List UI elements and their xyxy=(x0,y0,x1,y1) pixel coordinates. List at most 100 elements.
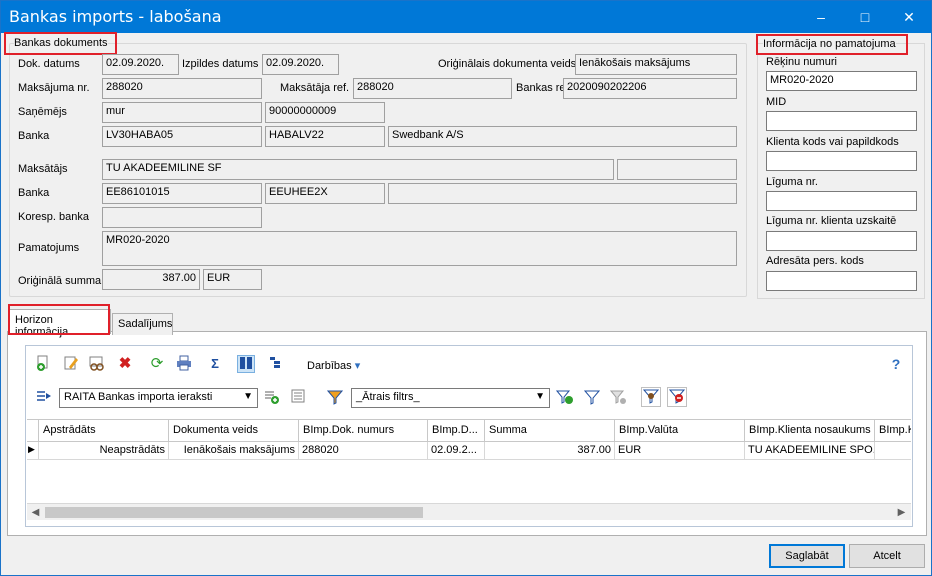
recipient-field[interactable]: mur xyxy=(102,102,262,123)
clear-filter-icon[interactable] xyxy=(667,387,687,407)
purpose-info-title: Informācija no pamatojuma xyxy=(763,38,896,50)
save-button[interactable]: Saglabāt xyxy=(769,544,845,568)
chevron-down-icon: ▼ xyxy=(535,391,545,402)
quick-filter-value: _Ātrais filtrs_ xyxy=(356,391,420,403)
print-icon[interactable] xyxy=(175,355,193,373)
query-select[interactable]: RAITA Bankas importa ieraksti ▼ xyxy=(59,388,258,408)
payer-field[interactable]: TU AKADEEMILINE SF xyxy=(102,159,614,180)
bank-label: Banka xyxy=(18,130,50,142)
client-code-input[interactable] xyxy=(766,151,917,171)
recipient-personal-code-label: Adresāta pers. kods xyxy=(766,255,864,267)
scroll-left-icon[interactable]: ◀ xyxy=(27,504,44,521)
sum-icon[interactable]: Σ xyxy=(206,355,224,373)
invoice-nr-label: Rēķinu numuri xyxy=(766,56,837,68)
client-contract-input[interactable] xyxy=(766,231,917,251)
highlight-box xyxy=(8,304,110,335)
mid-label: MID xyxy=(766,96,787,108)
payer-ref-label: Maksātāja ref. xyxy=(280,82,350,94)
table-cell[interactable]: Neapstrādāts xyxy=(39,442,169,460)
table-cell[interactable]: 387.00 xyxy=(485,442,615,460)
orig-sum-label: Oriģinālā summa xyxy=(18,275,102,287)
corr-bank-field[interactable] xyxy=(102,207,262,228)
filter-icon[interactable] xyxy=(326,389,344,407)
title-bar: Bankas imports - labošana – □ ✕ xyxy=(1,1,931,33)
bank-name-field[interactable]: Swedbank A/S xyxy=(388,126,737,147)
column-header[interactable]: Dokumenta veids xyxy=(169,420,299,442)
close-icon[interactable]: ✕ xyxy=(887,1,931,33)
payer-bank-name-field[interactable] xyxy=(388,183,737,204)
filter-blue-icon[interactable] xyxy=(583,389,601,407)
payment-nr-label: Maksājuma nr. xyxy=(18,82,90,94)
quick-filter-select[interactable]: _Ātrais filtrs_ ▼ xyxy=(351,388,550,408)
tab-distribution[interactable]: Sadalījums xyxy=(112,313,173,335)
edit-icon[interactable] xyxy=(62,355,80,373)
query-list-icon[interactable] xyxy=(289,389,307,407)
help-icon[interactable]: ? xyxy=(887,355,905,373)
table-cell[interactable]: Ienākošais maksājums xyxy=(169,442,299,460)
actions-menu[interactable]: Darbības ▾ xyxy=(307,359,360,372)
contract-nr-label: Līguma nr. xyxy=(766,176,818,188)
cancel-button[interactable]: Atcelt xyxy=(849,544,925,568)
horizontal-scrollbar[interactable]: ◀ ▶ xyxy=(27,503,911,520)
add-filter-icon[interactable] xyxy=(555,389,574,407)
bank-swift-field[interactable]: HABALV22 xyxy=(265,126,385,147)
payment-nr-field[interactable]: 288020 xyxy=(102,78,262,99)
row-indicator-icon[interactable]: ▶ xyxy=(27,442,39,460)
column-header[interactable]: BImp.Klienta nosaukums xyxy=(745,420,875,442)
bank-document-title: Bankas dokuments xyxy=(14,37,108,49)
bank-account-field[interactable]: LV30HABA05 xyxy=(102,126,262,147)
column-header[interactable]: BImp.Dok. numurs xyxy=(299,420,428,442)
invoice-nr-input[interactable]: MR020-2020 xyxy=(766,71,917,91)
payer-bank-swift-field[interactable]: EEUHEE2X xyxy=(265,183,385,204)
chevron-down-icon: ▾ xyxy=(354,360,361,372)
column-header[interactable]: BImp.Valūta xyxy=(615,420,745,442)
table-cell[interactable] xyxy=(875,442,911,460)
corr-bank-label: Koresp. banka xyxy=(18,211,89,223)
client-code-label: Klienta kods vai papildkods xyxy=(766,136,899,148)
add-query-icon[interactable] xyxy=(263,389,281,407)
orig-currency-field[interactable]: EUR xyxy=(203,269,262,290)
recipient-personal-code-input[interactable] xyxy=(766,271,917,291)
recipient-label: Saņēmējs xyxy=(18,106,67,118)
filter-disabled-icon[interactable] xyxy=(609,389,628,407)
scrollbar-thumb[interactable] xyxy=(45,507,423,518)
new-icon[interactable] xyxy=(34,355,52,373)
bank-ref-field[interactable]: 2020090202206 xyxy=(563,78,737,99)
actions-label: Darbības xyxy=(307,360,352,372)
table-cell[interactable]: 288020 xyxy=(299,442,428,460)
recipient-code-field[interactable]: 90000000009 xyxy=(265,102,385,123)
orig-doc-type-field[interactable]: Ienākošais maksājums xyxy=(575,54,737,75)
purpose-field[interactable]: MR020-2020 xyxy=(102,231,737,266)
mid-input[interactable] xyxy=(766,111,917,131)
column-header[interactable]: BImp.D... xyxy=(428,420,485,442)
refresh-icon[interactable]: ⟳ xyxy=(148,355,166,373)
scroll-right-icon[interactable]: ▶ xyxy=(893,504,910,521)
exec-date-field[interactable]: 02.09.2020. xyxy=(262,54,339,75)
records-grid: Apstrādāts Dokumenta veids BImp.Dok. num… xyxy=(27,419,911,503)
column-header[interactable]: Summa xyxy=(485,420,615,442)
orig-sum-field[interactable]: 387.00 xyxy=(102,269,200,290)
tree-icon[interactable] xyxy=(266,355,284,373)
table-cell[interactable]: 02.09.2... xyxy=(428,442,485,460)
maximize-icon[interactable]: □ xyxy=(843,1,887,33)
payer-label: Maksātājs xyxy=(18,163,68,175)
payer-ref-field[interactable]: 288020 xyxy=(353,78,512,99)
column-header[interactable]: Apstrādāts xyxy=(39,420,169,442)
column-header[interactable]: BImp.K xyxy=(875,420,911,442)
row-header-corner xyxy=(27,420,39,442)
view-icon[interactable] xyxy=(88,355,106,373)
doc-date-field[interactable]: 02.09.2020. xyxy=(102,54,179,75)
payer-bank-account-field[interactable]: EE86101015 xyxy=(102,183,262,204)
query-select-value: RAITA Bankas importa ieraksti xyxy=(64,391,213,403)
delete-icon[interactable]: ✖ xyxy=(116,355,134,373)
filter-user-icon[interactable] xyxy=(641,387,661,407)
columns-icon[interactable] xyxy=(237,355,255,373)
exec-date-label: Izpildes datums xyxy=(182,58,259,70)
payer-extra-field[interactable] xyxy=(617,159,737,180)
chevron-down-icon: ▼ xyxy=(243,391,253,402)
table-cell[interactable]: TU AKADEEMILINE SPO... xyxy=(745,442,875,460)
table-cell[interactable]: EUR xyxy=(615,442,745,460)
minimize-icon[interactable]: – xyxy=(799,1,843,33)
contract-nr-input[interactable] xyxy=(766,191,917,211)
query-icon[interactable] xyxy=(35,389,53,407)
